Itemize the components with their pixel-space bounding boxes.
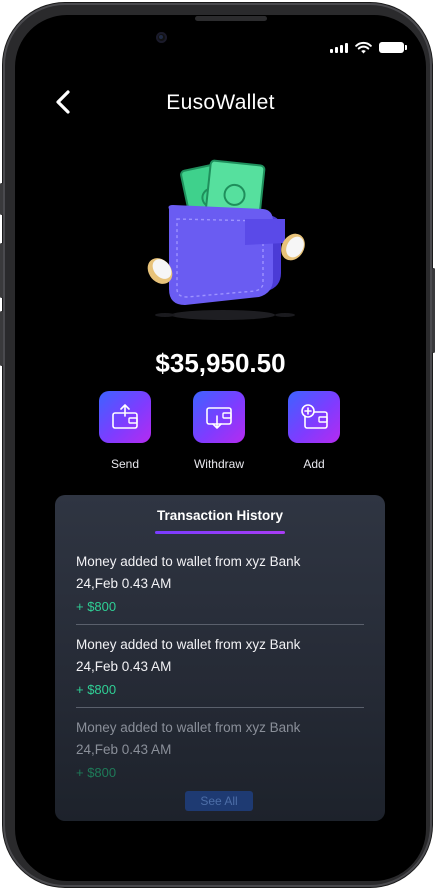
phone-frame: EusoWallet $35,950.50 Send Withdraw Add …: [0, 3, 435, 887]
volume-down-button: [0, 311, 3, 366]
transaction-item[interactable]: Money added to wallet from xyz Bank 24,F…: [76, 634, 366, 697]
wifi-icon: [355, 41, 372, 54]
battery-icon: [379, 42, 407, 53]
withdraw-button[interactable]: Withdraw: [179, 391, 259, 471]
volume-up-button: [0, 243, 3, 298]
add-money-icon: [301, 404, 328, 429]
divider: [76, 624, 364, 625]
status-bar: [330, 41, 407, 54]
wallet-illustration: [147, 159, 305, 320]
send-icon: [112, 404, 138, 429]
transaction-amount: + $800: [76, 765, 117, 780]
wallet-actions: Send Withdraw Add: [15, 391, 426, 481]
transaction-history-title: Transaction History: [156, 508, 284, 523]
speaker-grille: [195, 16, 267, 21]
transaction-date: 24,Feb 0.43 AM: [76, 742, 172, 757]
transaction-date: 24,Feb 0.43 AM: [76, 576, 172, 591]
withdraw-label: Withdraw: [193, 457, 244, 471]
transaction-description: Money added to wallet from xyz Bank: [76, 637, 301, 652]
transaction-amount: + $800: [76, 682, 117, 697]
transaction-description: Money added to wallet from xyz Bank: [76, 720, 301, 735]
app-header: EusoWallet: [15, 85, 426, 121]
transaction-item[interactable]: Money added to wallet from xyz Bank 24,F…: [76, 717, 366, 780]
transaction-amount: + $800: [76, 599, 117, 614]
withdraw-icon: [206, 407, 232, 429]
add-label: Add: [303, 457, 325, 471]
see-all-button[interactable]: See All: [185, 791, 253, 811]
add-button[interactable]: Add: [274, 391, 354, 471]
page-title: EusoWallet: [166, 91, 275, 114]
mute-switch: [0, 183, 3, 215]
transaction-item[interactable]: Money added to wallet from xyz Bank 24,F…: [76, 551, 366, 614]
send-label: Send: [110, 457, 140, 471]
send-button[interactable]: Send: [85, 391, 165, 471]
cellular-signal-icon: [330, 42, 348, 53]
transaction-description: Money added to wallet from xyz Bank: [76, 554, 301, 569]
app-screen: EusoWallet $35,950.50 Send Withdraw Add …: [15, 15, 426, 881]
front-camera: [156, 32, 167, 43]
title-underline: [155, 531, 285, 534]
wallet-balance: $35,950.50: [155, 348, 286, 378]
divider: [76, 707, 364, 708]
transaction-history-card: Transaction History Money added to walle…: [55, 495, 385, 821]
transaction-date: 24,Feb 0.43 AM: [76, 659, 172, 674]
